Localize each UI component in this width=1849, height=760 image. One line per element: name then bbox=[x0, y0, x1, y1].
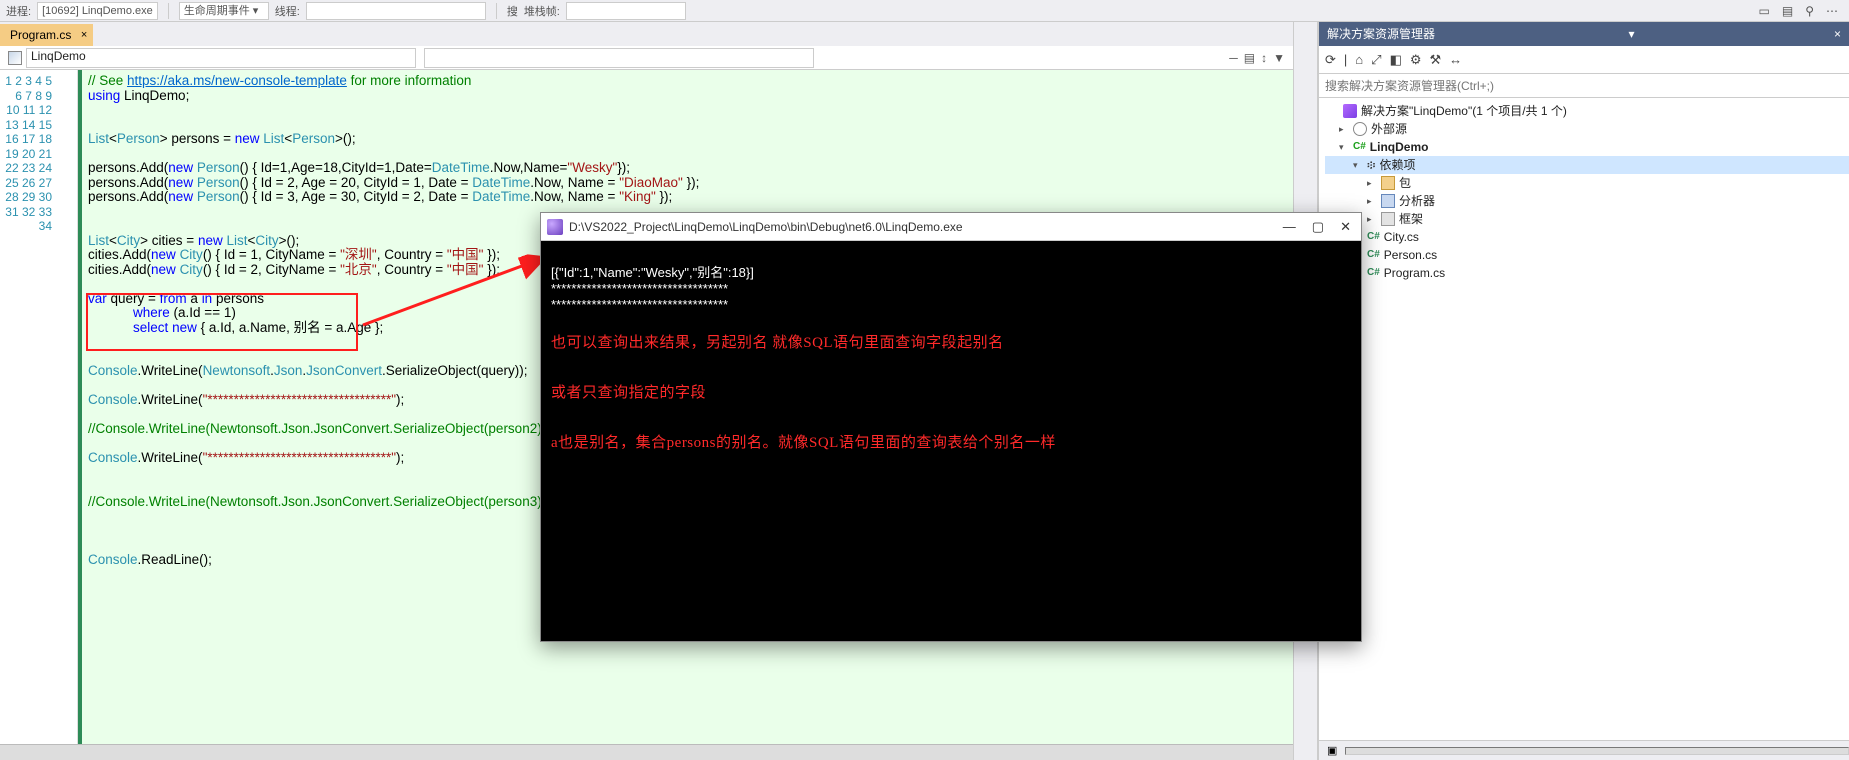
console-line: [{"Id":1,"Name":"Wesky","别名":18}] bbox=[551, 265, 754, 280]
solution-tree[interactable]: 解决方案"LinqDemo"(1 个项目/共 1 个) ▸ 外部源 ▾ C# L… bbox=[1319, 98, 1849, 740]
search-input[interactable] bbox=[1319, 74, 1849, 97]
file-node-city[interactable]: ▸ C# City.cs bbox=[1325, 228, 1849, 246]
console-line: *********************************** bbox=[551, 281, 728, 296]
project-node[interactable]: ▾ C# LinqDemo bbox=[1325, 138, 1849, 156]
search-button[interactable]: 搜 bbox=[507, 3, 518, 19]
collapse-icon[interactable]: ↔ bbox=[1449, 52, 1462, 67]
annotation-text: 也可以查询出来结果，另起别名 就像SQL语句里面查询字段起别名 bbox=[551, 331, 1351, 352]
caret-icon[interactable]: ▸ bbox=[1367, 174, 1377, 192]
cs-file-icon: C# bbox=[1367, 246, 1380, 264]
framework-icon bbox=[1381, 212, 1395, 226]
cs-file-icon: C# bbox=[1367, 264, 1380, 282]
node-label: 依赖项 bbox=[1379, 156, 1415, 174]
dependencies-node[interactable]: ▾ ፨ 依赖项 bbox=[1325, 156, 1849, 174]
process-combo[interactable]: [10692] LinqDemo.exe bbox=[37, 2, 158, 20]
thread-combo[interactable] bbox=[306, 2, 486, 20]
annotation-text: 或者只查询指定的字段 bbox=[551, 381, 1351, 402]
scope-combo[interactable]: LinqDemo bbox=[26, 48, 416, 68]
external-sources-node[interactable]: ▸ 外部源 bbox=[1325, 120, 1849, 138]
indicator-margin bbox=[60, 70, 78, 760]
caret-icon[interactable]: ▸ bbox=[1339, 120, 1349, 138]
node-label: 框架 bbox=[1399, 210, 1423, 228]
properties-icon[interactable]: ⚙ bbox=[1410, 52, 1422, 68]
globe-icon bbox=[1353, 122, 1367, 136]
stack-combo[interactable] bbox=[566, 2, 686, 20]
horizontal-scrollbar[interactable] bbox=[0, 744, 1293, 760]
layout-icon[interactable]: ▭ bbox=[1756, 4, 1773, 18]
sync-icon[interactable]: ⤢ bbox=[1371, 52, 1381, 68]
misc-icon[interactable]: ⋯ bbox=[1823, 4, 1841, 18]
nav-dropdown-icon[interactable]: ▼ bbox=[1273, 51, 1285, 65]
tab-label: Program.cs bbox=[10, 28, 71, 42]
node-label: Program.cs bbox=[1384, 264, 1445, 282]
nav-split-icon[interactable]: ▤ bbox=[1244, 51, 1255, 65]
solution-node[interactable]: 解决方案"LinqDemo"(1 个项目/共 1 个) bbox=[1325, 102, 1849, 120]
panel-title: 解决方案资源管理器 bbox=[1327, 22, 1435, 46]
cs-file-icon: C# bbox=[1367, 228, 1380, 246]
framework-node[interactable]: ▸ 框架 bbox=[1325, 210, 1849, 228]
console-line: *********************************** bbox=[551, 297, 728, 312]
close-icon[interactable]: × bbox=[81, 24, 87, 46]
node-label: Person.cs bbox=[1384, 246, 1437, 264]
csharp-icon bbox=[8, 51, 22, 65]
editor-nav-bar: LinqDemo ─ ▤ ↕ ▼ bbox=[0, 46, 1293, 70]
node-label: 外部源 bbox=[1371, 120, 1407, 138]
minimize-button[interactable]: — bbox=[1283, 219, 1296, 235]
dependencies-icon: ፨ bbox=[1367, 156, 1375, 174]
packages-node[interactable]: ▸ 包 bbox=[1325, 174, 1849, 192]
node-label: 分析器 bbox=[1399, 192, 1435, 210]
console-icon bbox=[547, 219, 563, 235]
node-label: 解决方案"LinqDemo"(1 个项目/共 1 个) bbox=[1361, 102, 1567, 120]
lifecycle-combo[interactable]: 生命周期事件 ▾ bbox=[179, 2, 269, 20]
process-label: 进程: bbox=[6, 3, 31, 19]
solution-icon bbox=[1343, 104, 1357, 118]
nav-collapse-icon[interactable]: ─ bbox=[1229, 51, 1238, 65]
pin-icon[interactable]: ⚲ bbox=[1802, 4, 1817, 18]
console-window: D:\VS2022_Project\LinqDemo\LinqDemo\bin\… bbox=[540, 212, 1362, 642]
file-node-program[interactable]: ▸ C# Program.cs bbox=[1325, 264, 1849, 282]
console-output[interactable]: [{"Id":1,"Name":"Wesky","别名":18}] ******… bbox=[541, 241, 1361, 641]
solution-explorer-title[interactable]: 解决方案资源管理器 ▾ × bbox=[1319, 22, 1849, 46]
solution-explorer: 解决方案资源管理器 ▾ × ⟳ | ⌂ ⤢ ◧ ⚙ ⚒ ↔ 解决方案"LinqD… bbox=[1318, 22, 1849, 760]
line-gutter: 1 2 3 4 5 6 7 8 9 10 11 12 13 14 15 16 1… bbox=[0, 70, 60, 760]
analyzers-node[interactable]: ▸ 分析器 bbox=[1325, 192, 1849, 210]
caret-icon[interactable]: ▸ bbox=[1367, 192, 1377, 210]
analyzer-icon bbox=[1381, 194, 1395, 208]
close-button[interactable]: ✕ bbox=[1340, 219, 1351, 235]
csharp-project-icon: C# bbox=[1353, 138, 1366, 156]
editor-tab-bar: Program.cs × bbox=[0, 22, 1293, 46]
panel-close-icon[interactable]: × bbox=[1834, 22, 1849, 46]
file-node-person[interactable]: ▸ C# Person.cs bbox=[1325, 246, 1849, 264]
grid-icon[interactable]: ▤ bbox=[1779, 4, 1796, 18]
tab-program-cs[interactable]: Program.cs × bbox=[0, 24, 93, 46]
thread-label: 线程: bbox=[275, 3, 300, 19]
status-icon: ▣ bbox=[1327, 744, 1337, 757]
debug-toolbar: 进程: [10692] LinqDemo.exe 生命周期事件 ▾ 线程: 搜 … bbox=[0, 0, 1849, 22]
member-combo[interactable] bbox=[424, 48, 814, 68]
maximize-button[interactable]: ▢ bbox=[1312, 219, 1324, 235]
console-title-text: D:\VS2022_Project\LinqDemo\LinqDemo\bin\… bbox=[569, 220, 963, 234]
console-titlebar[interactable]: D:\VS2022_Project\LinqDemo\LinqDemo\bin\… bbox=[541, 213, 1361, 241]
package-icon bbox=[1381, 176, 1395, 190]
show-all-icon[interactable]: ◧ bbox=[1390, 52, 1402, 68]
node-label: 包 bbox=[1399, 174, 1411, 192]
wrench-icon[interactable]: ⚒ bbox=[1430, 52, 1442, 68]
stack-label: 堆栈帧: bbox=[524, 3, 560, 19]
home-icon[interactable]: ⌂ bbox=[1355, 52, 1363, 67]
progress-bar bbox=[1345, 747, 1849, 755]
nav-expand-icon[interactable]: ↕ bbox=[1261, 51, 1267, 65]
caret-icon[interactable]: ▸ bbox=[1367, 210, 1377, 228]
caret-icon[interactable]: ▾ bbox=[1353, 156, 1363, 174]
refresh-icon[interactable]: ⟳ bbox=[1325, 52, 1336, 68]
annotation-text: a也是别名，集合persons的别名。就像SQL语句里面的查询表给个别名一样 bbox=[551, 431, 1351, 452]
node-label: LinqDemo bbox=[1370, 140, 1429, 154]
node-label: City.cs bbox=[1384, 228, 1419, 246]
solution-search[interactable] bbox=[1319, 74, 1849, 98]
solution-status-bar: ▣ bbox=[1319, 740, 1849, 760]
solution-toolbar: ⟳ | ⌂ ⤢ ◧ ⚙ ⚒ ↔ bbox=[1319, 46, 1849, 74]
caret-icon[interactable]: ▾ bbox=[1339, 138, 1349, 156]
